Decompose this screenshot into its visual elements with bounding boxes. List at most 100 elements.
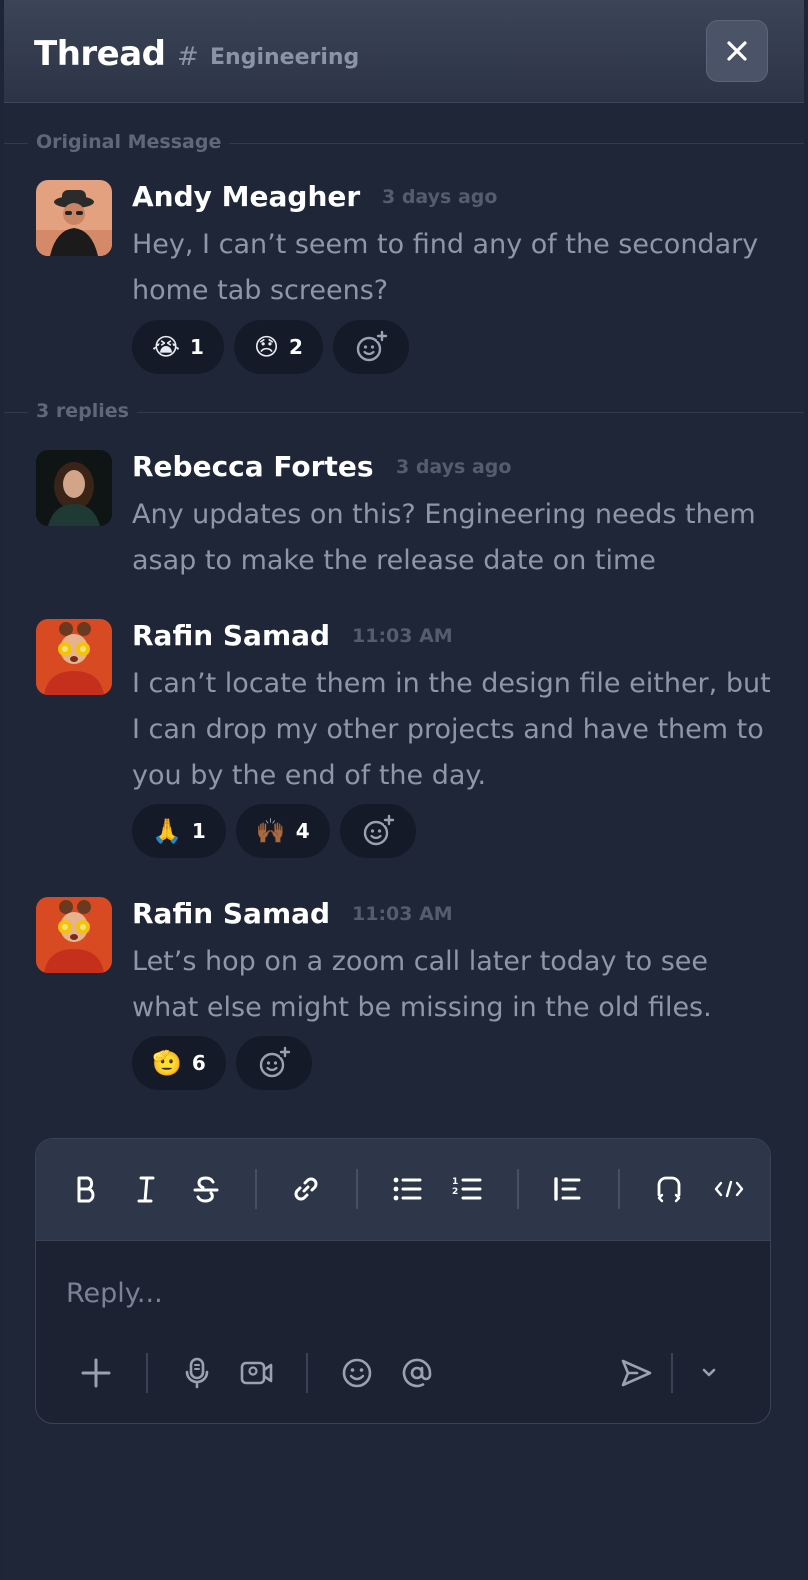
add-reaction-icon <box>259 1046 291 1078</box>
attach-button[interactable] <box>74 1351 118 1395</box>
toolbar-separator <box>517 1169 519 1209</box>
composer-separator <box>306 1353 308 1393</box>
hash-icon: # <box>177 42 199 72</box>
timestamp: 11:03 AM <box>352 903 453 925</box>
avatar[interactable] <box>36 619 112 695</box>
reaction-pill[interactable]: 🫡 6 <box>132 1036 226 1090</box>
reply-message: Rafin Samad 11:03 AM Let’s hop on a zoom… <box>36 897 776 1097</box>
original-message-divider: Original Message <box>4 131 804 155</box>
message-text: Hey, I can’t seem to find any of the sec… <box>132 229 759 306</box>
avatar[interactable] <box>36 180 112 256</box>
bullet-list-icon <box>393 1177 422 1201</box>
voice-button[interactable] <box>175 1351 219 1395</box>
original-message-label: Original Message <box>28 131 230 153</box>
reaction-count: 1 <box>191 819 206 843</box>
thread-title: Thread <box>34 34 166 74</box>
author-name[interactable]: Rafin Samad <box>132 619 330 652</box>
bold-button[interactable] <box>64 1167 108 1211</box>
link-button[interactable] <box>284 1167 328 1211</box>
message-text: I can’t locate them in the design file e… <box>132 668 771 791</box>
emoji: 🫡 <box>152 1049 182 1077</box>
reaction-pill[interactable]: 😞 2 <box>233 320 323 374</box>
composer-separator <box>671 1353 673 1393</box>
italic-icon <box>137 1176 155 1203</box>
blockquote-icon <box>554 1177 581 1201</box>
thread-panel: Thread # Engineering Original Message An… <box>4 0 804 1580</box>
add-reaction-button[interactable] <box>332 320 409 374</box>
emoji-icon <box>342 1358 372 1388</box>
close-icon <box>727 41 747 61</box>
add-reaction-button[interactable] <box>339 804 416 858</box>
toolbar-separator <box>356 1169 358 1209</box>
code-block-icon <box>657 1176 681 1203</box>
chevron-down-icon <box>702 1368 716 1377</box>
reactions: 😭 1 😞 2 <box>132 320 409 374</box>
timestamp: 3 days ago <box>382 186 498 208</box>
inline-code-button[interactable] <box>707 1167 751 1211</box>
strikethrough-icon <box>193 1176 219 1203</box>
emoji: 🙏 <box>152 817 182 845</box>
reaction-pill[interactable]: 🙏 1 <box>132 804 226 858</box>
toolbar-separator <box>255 1169 257 1209</box>
channel-name[interactable]: Engineering <box>210 45 359 70</box>
reactions: 🫡 6 <box>132 1036 312 1090</box>
add-reaction-button[interactable] <box>235 1036 312 1090</box>
reply-message: Rafin Samad 11:03 AM I can’t locate them… <box>36 619 776 859</box>
send-button[interactable] <box>614 1351 658 1395</box>
reaction-count: 4 <box>295 819 310 843</box>
avatar-andy-meagher-image <box>36 180 112 256</box>
avatar[interactable] <box>36 897 112 973</box>
avatar[interactable] <box>36 450 112 526</box>
link-icon <box>294 1177 318 1201</box>
reaction-pill[interactable]: 😭 1 <box>132 320 224 374</box>
timestamp: 3 days ago <box>396 456 512 478</box>
bold-icon <box>77 1176 95 1203</box>
avatar-rebecca-fortes-image <box>36 450 112 526</box>
send-icon <box>621 1359 652 1387</box>
emoji: 😭 <box>152 333 181 361</box>
reply-input[interactable] <box>66 1273 666 1313</box>
author-name[interactable]: Rebecca Fortes <box>132 450 374 483</box>
numbered-list-button[interactable]: 1 2 <box>445 1167 489 1211</box>
video-button[interactable] <box>235 1351 279 1395</box>
original-message: Andy Meagher 3 days ago Hey, I can’t see… <box>36 180 776 380</box>
avatar-rafin-samad-image <box>36 897 112 973</box>
replies-count-label: 3 replies <box>28 400 137 422</box>
svg-text:2: 2 <box>452 1187 458 1197</box>
composer-separator <box>146 1353 148 1393</box>
close-button[interactable] <box>706 20 768 82</box>
mention-button[interactable] <box>395 1351 439 1395</box>
reaction-count: 2 <box>289 335 303 359</box>
blockquote-button[interactable] <box>545 1167 589 1211</box>
bullet-list-button[interactable] <box>385 1167 429 1211</box>
author-name[interactable]: Rafin Samad <box>132 897 330 930</box>
mention-icon <box>402 1358 432 1388</box>
italic-button[interactable] <box>124 1167 168 1211</box>
author-name[interactable]: Andy Meagher <box>132 180 360 213</box>
emoji: 😞 <box>253 333 279 361</box>
reply-composer: 1 2 <box>35 1138 771 1424</box>
reaction-count: 1 <box>190 335 204 359</box>
replies-divider: 3 replies <box>4 400 804 424</box>
plus-icon <box>81 1358 111 1388</box>
message-text: Let’s hop on a zoom call later today to … <box>132 946 712 1023</box>
video-icon <box>240 1361 273 1385</box>
toolbar-separator <box>618 1169 620 1209</box>
thread-header: Thread # Engineering <box>4 0 804 103</box>
microphone-icon <box>185 1357 209 1389</box>
reaction-pill[interactable]: 🙌🏾 4 <box>235 804 330 858</box>
formatting-toolbar: 1 2 <box>36 1139 770 1241</box>
timestamp: 11:03 AM <box>352 625 453 647</box>
send-options-button[interactable] <box>687 1351 731 1395</box>
code-block-button[interactable] <box>647 1167 691 1211</box>
add-reaction-icon <box>363 814 394 846</box>
avatar-rafin-samad-image <box>36 619 112 695</box>
reactions: 🙏 1 🙌🏾 4 <box>132 804 416 858</box>
emoji-button[interactable] <box>335 1351 379 1395</box>
reaction-count: 6 <box>191 1051 206 1075</box>
emoji: 🙌🏾 <box>255 817 286 845</box>
add-reaction-icon <box>356 330 388 362</box>
numbered-list-icon: 1 2 <box>452 1177 482 1200</box>
strikethrough-button[interactable] <box>184 1167 228 1211</box>
message-text: Any updates on this? Engineering needs t… <box>132 499 756 576</box>
